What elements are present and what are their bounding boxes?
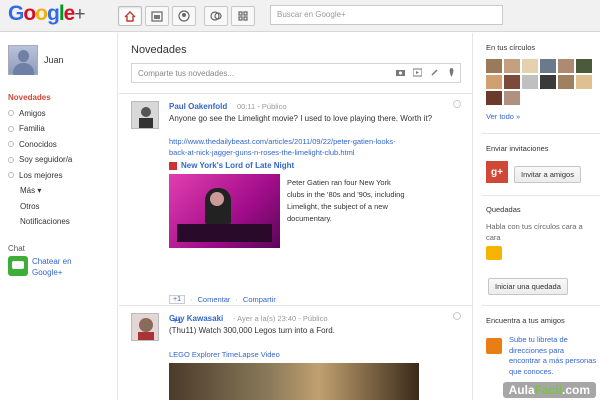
watermark-logo: AulaFacil.com (502, 382, 596, 398)
comment-link[interactable]: Comentar (197, 295, 230, 304)
avatar[interactable] (504, 59, 520, 73)
stream-item-familia[interactable]: Familia (8, 121, 116, 137)
stream-item-conocidos[interactable]: Conocidos (8, 137, 116, 153)
attachment-title[interactable]: New York's Lord of Late Night (169, 161, 294, 170)
camera-icon[interactable] (396, 68, 405, 77)
photos-nav-button[interactable] (145, 6, 169, 26)
circle-bullet-icon (8, 172, 14, 179)
share-input[interactable]: Comparte tus novedades... (131, 63, 461, 83)
circle-bullet-icon (8, 156, 14, 163)
avatar[interactable] (558, 59, 574, 73)
hangout-section-title: Quedadas (486, 205, 521, 214)
avatar[interactable] (576, 75, 592, 89)
avatar[interactable] (522, 75, 538, 89)
avatar[interactable] (540, 75, 556, 89)
avatar[interactable] (558, 75, 574, 89)
link-icon[interactable] (430, 68, 439, 77)
chat-link-label: Chatear en Google+ (32, 257, 72, 277)
stream-item-novedades[interactable]: Novedades (8, 90, 116, 106)
avatar[interactable] (486, 75, 502, 89)
circles-nav-button[interactable] (204, 6, 228, 26)
user-avatar[interactable] (8, 45, 38, 75)
post-author-avatar[interactable] (131, 313, 159, 341)
plus-one-button[interactable]: +1 (169, 295, 185, 304)
hangout-description: Habla con tus círculos cara a cara (486, 222, 583, 242)
hangout-camera-icon (486, 246, 502, 260)
post-card: Guy Kawasaki - Ayer a la(s) 23:40 - Públ… (119, 307, 473, 400)
invite-friends-button[interactable]: Invitar a amigos (514, 166, 581, 183)
search-input[interactable]: Buscar en Google+ (270, 5, 503, 25)
stream-item-notificaciones[interactable]: Notificaciones (8, 214, 116, 230)
post-author-name[interactable]: Guy Kawasaki (169, 314, 223, 323)
start-hangout-button[interactable]: Iniciar una quedada (488, 278, 568, 295)
stream-item-otros[interactable]: Otros (8, 199, 116, 215)
stream-item-amigos[interactable]: Amigos (8, 106, 116, 122)
profile-icon (178, 10, 190, 22)
home-icon (124, 10, 136, 22)
see-all-link[interactable]: Ver todo » (486, 112, 520, 121)
avatar[interactable] (504, 75, 520, 89)
attachment-description: Peter Gatien ran four New York clubs in … (287, 178, 405, 223)
avatar[interactable] (504, 91, 520, 105)
post-link[interactable]: http://www.thedailybeast.com/articles/20… (169, 136, 409, 158)
photos-icon (151, 10, 163, 22)
avatar[interactable] (486, 59, 502, 73)
location-icon[interactable] (447, 68, 456, 77)
right-sidebar: En tus círculos Ver todo » Enviar invita… (474, 33, 600, 400)
post-menu-icon[interactable] (453, 312, 461, 320)
find-friends-link[interactable]: Sube tu libreta de direcciones para enco… (509, 335, 597, 377)
circle-bullet-icon (8, 141, 14, 148)
circle-bullet-icon (8, 125, 14, 132)
circles-avatar-grid (486, 59, 598, 105)
post-time[interactable]: - Ayer a la(s) 23:40 - Público (233, 314, 328, 323)
stream-item-seguidor[interactable]: Soy seguidor/a (8, 152, 116, 168)
page-title: Novedades (131, 44, 187, 56)
post-time[interactable]: 00:11 - Público (237, 102, 287, 111)
chat-icon (8, 256, 28, 276)
post-actions: +1 · Comentar · Compartir (169, 295, 276, 304)
stream-list: Novedades Amigos Familia Conocidos Soy s… (8, 90, 116, 230)
home-nav-button[interactable] (118, 6, 142, 26)
chat-title: Chat (8, 244, 25, 253)
top-bar: Google+ Buscar en Google+ (0, 0, 600, 32)
find-friends-section-title: Encuentra a tus amigos (486, 316, 565, 325)
video-thumbnail[interactable] (169, 363, 419, 400)
stream-item-mejores[interactable]: Los mejores (8, 168, 116, 184)
avatar[interactable] (540, 59, 556, 73)
circle-bullet-icon (8, 110, 14, 117)
site-favicon-icon (169, 161, 177, 170)
post-card: Paul Oakenfold 00:11 - Público Anyone go… (119, 95, 473, 325)
games-nav-button[interactable] (231, 6, 255, 26)
address-book-icon (486, 338, 502, 354)
stream-item-mas[interactable]: Más ▾ (8, 183, 116, 199)
post-author-name[interactable]: Paul Oakenfold (169, 102, 227, 111)
avatar[interactable] (486, 91, 502, 105)
chat-link[interactable]: Chatear en Google+ (8, 256, 78, 278)
invite-section-title: Enviar invitaciones (486, 144, 549, 153)
main-stream: Novedades Comparte tus novedades... Paul… (119, 33, 473, 400)
user-name[interactable]: Juan (44, 55, 64, 65)
attachment-image[interactable] (169, 174, 280, 248)
profile-nav-button[interactable] (172, 6, 196, 26)
share-link[interactable]: Compartir (243, 295, 276, 304)
post-text: Anyone go see the Limelight movie? I use… (169, 114, 433, 123)
google-plus-invite-icon: g+ (486, 161, 508, 183)
post-author-avatar[interactable] (131, 101, 159, 129)
video-icon[interactable] (412, 68, 423, 77)
left-sidebar: Juan Novedades Amigos Familia Conocidos … (0, 33, 118, 400)
google-plus-logo[interactable]: Google+ (8, 2, 85, 26)
post-menu-icon[interactable] (453, 100, 461, 108)
circles-section-title: En tus círculos (486, 43, 536, 52)
avatar[interactable] (576, 59, 592, 73)
circles-icon (210, 11, 222, 21)
post-link[interactable]: LEGO Explorer TimeLapse Video (169, 350, 280, 359)
avatar[interactable] (522, 59, 538, 73)
post-text: (Thu11) Watch 300,000 Legos turn into a … (169, 326, 335, 335)
games-icon (238, 11, 248, 21)
